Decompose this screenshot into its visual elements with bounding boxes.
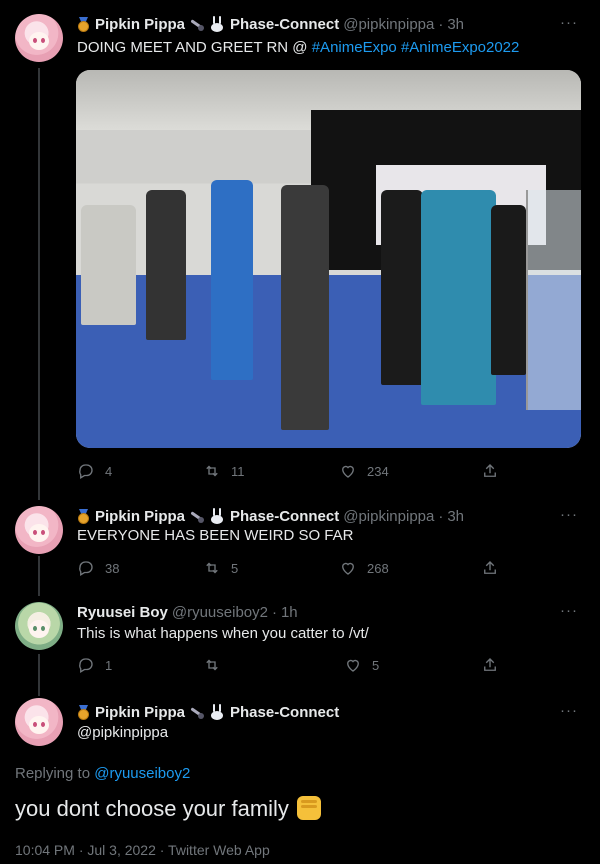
tweet-photo[interactable] [76,70,581,448]
tweet-text: DOING MEET AND GREET RN @ #AnimeExpo #An… [77,38,519,58]
hashtag-link[interactable]: #AnimeExpo [312,39,397,56]
more-icon[interactable]: ··· [560,14,578,31]
reply-count: 38 [105,560,120,576]
tweet-text: you dont choose your family [15,796,321,822]
display-name[interactable]: Pipkin Pippa [95,704,185,721]
medal-icon [77,17,90,32]
like-count: 234 [367,463,389,479]
retweet-button[interactable]: 11 [203,462,245,480]
timestamp[interactable]: 3h [447,508,464,525]
separator-dot: · [271,603,277,621]
tweet-header: Ryuusei Boy @ryuuseiboy2 · 1h [77,602,298,622]
photo-person [211,180,253,380]
avatar[interactable] [15,698,63,746]
retweet-icon [206,659,218,671]
tweet-actions: 4 11 234 [77,462,497,482]
retweet-icon [206,562,218,574]
reply-button[interactable]: 4 [77,462,112,480]
medal-icon [77,705,90,720]
microphone-icon [188,17,206,31]
like-button[interactable]: 234 [339,462,389,480]
tweet[interactable]: Pipkin Pippa Phase-Connect @pipkinpippa … [0,506,600,586]
like-icon [342,465,354,478]
fist-icon [296,796,321,820]
replying-to-handle[interactable]: @ryuuseiboy2 [94,765,190,782]
display-name[interactable]: Ryuusei Boy [77,604,168,621]
replying-to: Replying to @ryuuseiboy2 [15,765,190,782]
reply-button[interactable]: 1 [77,656,112,674]
photo-person [381,190,423,385]
timestamp[interactable]: 3h [447,16,464,33]
reply-button[interactable]: 38 [77,559,119,577]
like-button[interactable]: 268 [339,559,389,577]
tweet-header: Pipkin Pippa Phase-Connect @pipkinpippa … [77,506,464,526]
photo-display-case [526,190,581,410]
tweet[interactable]: Pipkin Pippa Phase-Connect @pipkinpippa … [0,14,600,494]
share-icon [484,561,496,574]
avatar[interactable] [15,506,63,554]
more-icon[interactable]: ··· [560,506,578,523]
more-icon[interactable]: ··· [560,702,578,719]
share-icon [484,464,496,477]
hashtag-link[interactable]: #AnimeExpo2022 [401,39,519,56]
replying-to-label: Replying to [15,765,95,782]
photo-person [421,190,496,405]
tweet-timestamp[interactable]: 10:04 PM · Jul 3, 2022 · Twitter Web App [15,842,270,858]
like-icon [342,562,354,575]
tweet-actions: 38 5 268 [77,559,497,579]
reply-count: 1 [105,657,113,673]
display-name[interactable]: Pipkin Pippa [95,16,185,33]
display-name-suffix[interactable]: Phase-Connect [230,16,339,33]
microphone-icon [188,705,206,719]
share-button[interactable] [481,559,499,577]
handle[interactable]: @pipkinpippa [343,16,434,33]
retweet-count: 11 [231,463,245,479]
photo-person [281,185,329,430]
retweet-button[interactable] [203,656,231,674]
share-icon [484,658,496,671]
tweet-text-body: you dont choose your family [15,796,289,821]
bunny-icon [209,508,225,524]
photo-person [81,205,136,325]
timestamp[interactable]: 1h [281,604,298,621]
separator-dot: · [438,507,444,525]
photo-person [491,205,526,375]
microphone-icon [188,509,206,523]
share-button[interactable] [481,462,499,480]
tweet-header: Pipkin Pippa Phase-Connect [77,702,339,722]
focused-tweet[interactable]: Pipkin Pippa Phase-Connect @pipkinpippa … [0,698,600,864]
tweet-actions: 1 5 [77,656,497,676]
handle[interactable]: @pipkinpippa [343,508,434,525]
tweet-header: Pipkin Pippa Phase-Connect @pipkinpippa … [77,14,464,34]
retweet-icon [206,465,218,477]
tweet-text: EVERYONE HAS BEEN WEIRD SO FAR [77,527,354,544]
retweet-button[interactable]: 5 [203,559,238,577]
bunny-icon [209,16,225,32]
bunny-icon [209,704,225,720]
handle[interactable]: @pipkinpippa [77,723,168,743]
avatar[interactable] [15,602,63,650]
display-name-suffix[interactable]: Phase-Connect [230,508,339,525]
reply-icon [79,561,93,576]
like-button[interactable]: 5 [344,656,379,674]
reply-count: 4 [105,463,113,479]
photo-person [146,190,186,340]
separator-dot: · [438,15,444,33]
more-icon[interactable]: ··· [560,602,578,619]
like-count: 5 [372,657,380,673]
share-button[interactable] [481,656,499,674]
tweet-text: This is what happens when you catter to … [77,625,369,642]
reply-icon [79,658,93,673]
medal-icon [77,509,90,524]
tweet-text-plain: DOING MEET AND GREET RN @ [77,39,312,56]
handle[interactable]: @ryuuseiboy2 [172,604,268,621]
tweet[interactable]: Ryuusei Boy @ryuuseiboy2 · 1h ··· This i… [0,602,600,682]
reply-icon [79,464,93,479]
avatar[interactable] [15,14,63,62]
retweet-count: 5 [231,560,239,576]
display-name[interactable]: Pipkin Pippa [95,508,185,525]
like-count: 268 [367,560,389,576]
display-name-suffix[interactable]: Phase-Connect [230,704,339,721]
like-icon [347,659,359,672]
